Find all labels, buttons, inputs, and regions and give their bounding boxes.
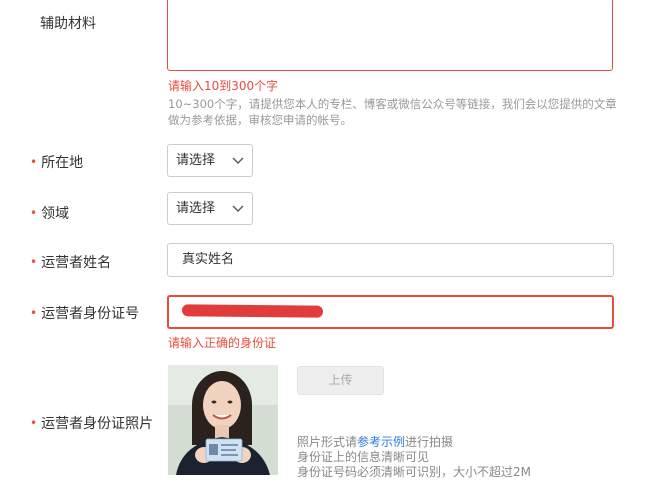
sample-example-link[interactable]: 参考示例 bbox=[357, 435, 405, 449]
domain-select[interactable]: 请选择 bbox=[167, 192, 253, 225]
required-mark: • bbox=[30, 255, 38, 269]
domain-select-value: 请选择 bbox=[176, 201, 216, 216]
location-select-value: 请选择 bbox=[176, 153, 216, 168]
id-photo-label-text: 运营者身份证照片 bbox=[41, 416, 154, 432]
aux-material-help: 10~300个字，请提供您本人的专栏、博客或微信公众号等链接，我们会以您提供的文… bbox=[168, 97, 617, 127]
upload-button[interactable]: 上传 bbox=[297, 366, 384, 395]
required-mark: • bbox=[30, 416, 38, 430]
required-mark: • bbox=[30, 206, 38, 220]
chevron-down-icon bbox=[232, 157, 244, 164]
domain-label: • 领域 bbox=[30, 203, 69, 223]
id-photo-sample-image bbox=[168, 365, 278, 475]
operator-name-label-text: 运营者姓名 bbox=[41, 255, 112, 271]
aux-material-error: 请输入10到300个字 bbox=[168, 79, 279, 93]
operator-name-input[interactable]: 真实姓名 bbox=[167, 243, 614, 277]
location-select[interactable]: 请选择 bbox=[167, 144, 253, 177]
aux-material-label-text: 辅助材料 bbox=[40, 16, 96, 32]
photo-tip-prefix: 照片形式请 bbox=[297, 435, 358, 449]
redaction-mark bbox=[181, 304, 324, 318]
required-mark: • bbox=[30, 306, 38, 320]
operator-name-value: 真实姓名 bbox=[182, 252, 235, 267]
operator-id-label: • 运营者身份证号 bbox=[30, 303, 139, 323]
operator-id-input[interactable] bbox=[167, 295, 614, 329]
person-holding-id-illustration bbox=[168, 365, 278, 475]
location-label: • 所在地 bbox=[30, 152, 83, 172]
id-photo-label: • 运营者身份证照片 bbox=[30, 413, 153, 433]
operator-id-error: 请输入正确的身份证 bbox=[168, 336, 277, 350]
aux-material-label: 辅助材料 bbox=[40, 13, 96, 33]
photo-tip-suffix: 进行拍摄 bbox=[405, 435, 454, 449]
photo-tip-3: 身份证号码必须清晰可识别，大小不超过2M bbox=[297, 465, 531, 479]
required-mark: • bbox=[30, 155, 38, 169]
aux-material-textarea[interactable] bbox=[167, 0, 613, 71]
domain-label-text: 领域 bbox=[41, 206, 70, 222]
operator-name-label: • 运营者姓名 bbox=[30, 252, 111, 272]
operator-id-label-text: 运营者身份证号 bbox=[41, 306, 140, 322]
location-label-text: 所在地 bbox=[41, 155, 84, 171]
chevron-down-icon bbox=[232, 205, 244, 212]
